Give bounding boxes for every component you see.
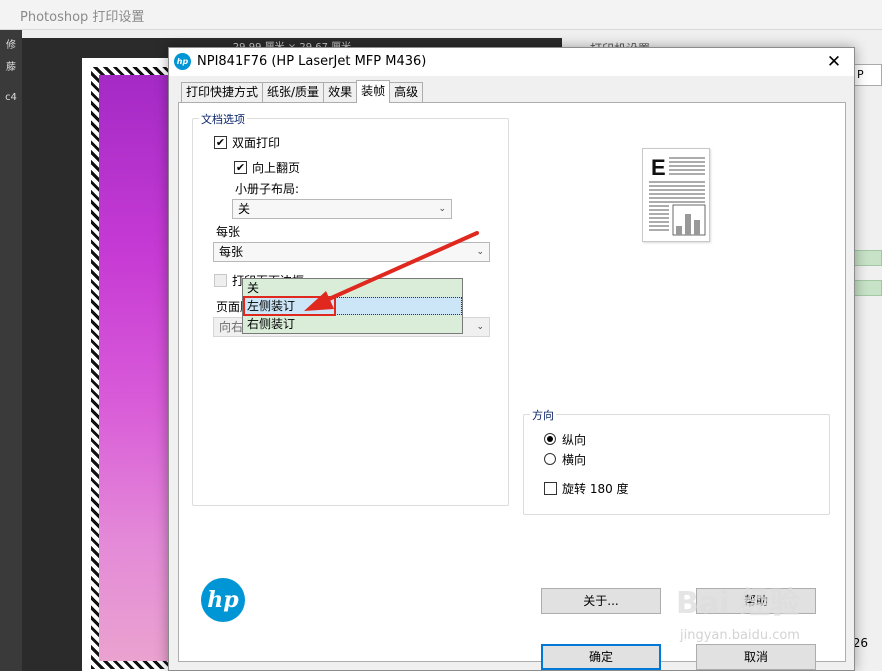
tab-strip: 打印快捷方式 纸张/质量 效果 装帧 高级	[181, 80, 424, 103]
pages-per-sheet-label: 每张	[216, 225, 241, 239]
ok-button[interactable]: 确定	[541, 644, 661, 670]
document-options-legend: 文档选项	[199, 111, 247, 127]
preview-letter: E	[651, 155, 666, 180]
duplex-label: 双面打印	[232, 136, 281, 150]
strip-text-3: c4	[5, 92, 17, 103]
printer-properties-dialog: hp NPI841F76 (HP LaserJet MFP M436) ✕ 打印…	[168, 47, 855, 671]
landscape-label: 横向	[562, 453, 587, 467]
portrait-radio[interactable]	[544, 433, 556, 445]
tab-paper-quality[interactable]: 纸张/质量	[262, 82, 325, 103]
tab-finishing[interactable]: 装帧	[356, 80, 391, 103]
document-preview-thumbnail: E	[642, 148, 710, 242]
photoshop-left-strip: 修 藤 c4	[0, 30, 22, 671]
strip-text-2: 藤	[6, 62, 16, 73]
booklet-layout-label: 小册子布局:	[235, 182, 300, 196]
finishing-tab-panel: 文档选项 ✔ 双面打印 ✔ 向上翻页 小册子布局: 关 ⌄ 每张 每张 ⌄ 打印…	[178, 102, 846, 662]
printer-select-fragment[interactable]: P M43	[854, 64, 882, 86]
green-field-1[interactable]	[852, 250, 882, 266]
green-field-2[interactable]	[852, 280, 882, 296]
rotate-180-checkbox[interactable]	[544, 482, 557, 495]
about-button[interactable]: 关于...	[541, 588, 661, 614]
rotate-180-label: 旋转 180 度	[562, 482, 629, 496]
portrait-label: 纵向	[562, 433, 587, 447]
chevron-down-icon: ⌄	[438, 204, 446, 214]
duplex-checkbox[interactable]: ✔	[214, 136, 227, 149]
landscape-radio[interactable]	[544, 453, 556, 465]
chevron-down-icon: ⌄	[476, 322, 484, 332]
hp-logo-icon: hp	[201, 578, 245, 622]
orientation-group: 方向 纵向 横向 旋转 180 度	[523, 407, 830, 515]
pages-per-sheet-value: 每张	[219, 245, 244, 259]
booklet-layout-select[interactable]: 关 ⌄	[232, 199, 452, 219]
tab-effects[interactable]: 效果	[323, 82, 358, 103]
right-panel-number: 26	[852, 636, 868, 650]
cancel-button[interactable]: 取消	[696, 644, 816, 670]
print-border-checkbox[interactable]	[214, 274, 227, 287]
tab-shortcuts[interactable]: 打印快捷方式	[181, 82, 264, 103]
flip-up-checkbox[interactable]: ✔	[234, 161, 247, 174]
strip-text-1: 修	[6, 40, 16, 51]
preview-page-icon: E	[649, 155, 706, 236]
booklet-layout-value: 关	[238, 202, 251, 216]
hp-title-icon: hp	[174, 53, 191, 70]
tab-advanced[interactable]: 高级	[389, 82, 424, 103]
orientation-legend: 方向	[530, 407, 556, 423]
flip-up-label: 向上翻页	[252, 161, 301, 175]
dialog-title: NPI841F76 (HP LaserJet MFP M436)	[197, 54, 427, 69]
dialog-titlebar: hp NPI841F76 (HP LaserJet MFP M436) ✕	[169, 48, 854, 76]
annotation-arrow-icon	[304, 231, 479, 311]
photoshop-titlebar: Photoshop 打印设置	[0, 0, 882, 30]
close-icon[interactable]: ✕	[822, 51, 846, 73]
photoshop-title: Photoshop 打印设置	[20, 10, 145, 25]
help-button[interactable]: 帮助	[696, 588, 816, 614]
